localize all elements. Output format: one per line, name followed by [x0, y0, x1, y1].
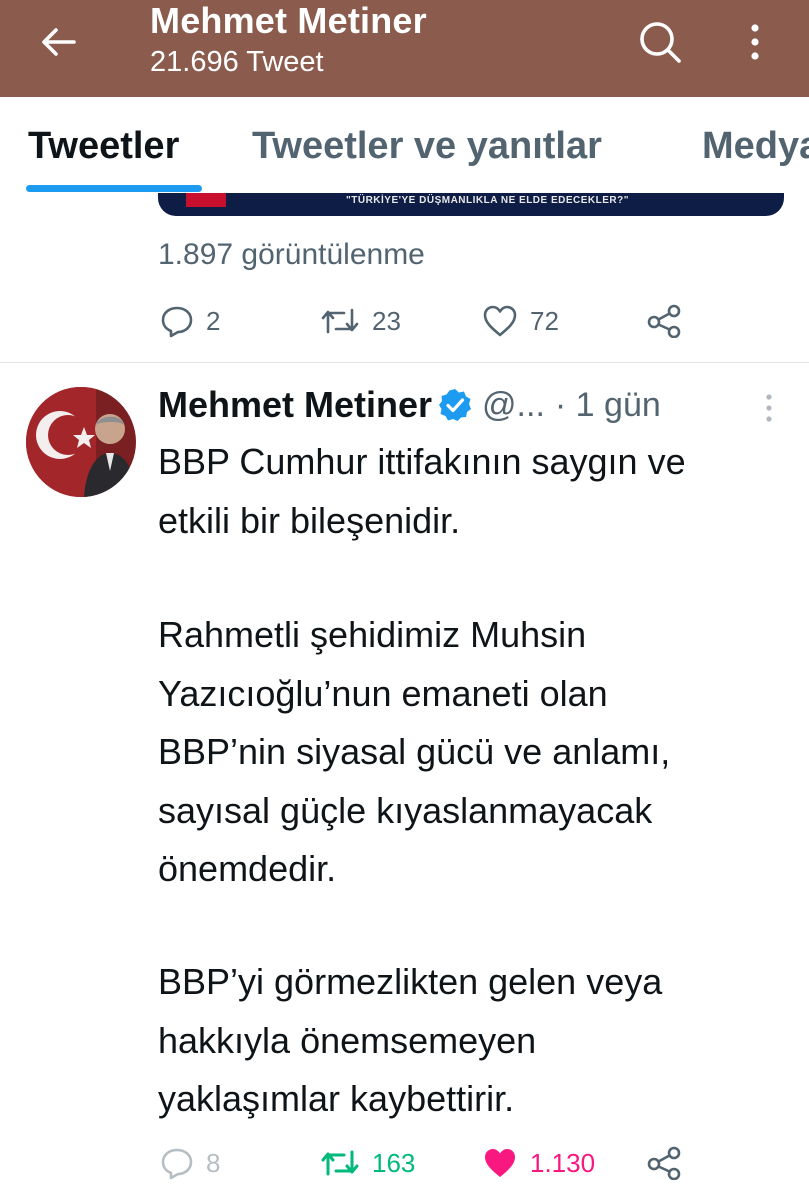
retweet-button[interactable]: 23	[320, 304, 401, 338]
media-flag-graphic	[186, 193, 226, 207]
search-button[interactable]	[636, 18, 684, 66]
tab-media[interactable]: Medya	[702, 125, 809, 168]
retweet-button[interactable]: 163	[320, 1146, 415, 1180]
tweet-paragraph: BBP’yi görmezlikten gelen veya hakkıyla …	[158, 953, 788, 1129]
retweet-count: 23	[372, 305, 401, 336]
tweet-count: 21.696 Tweet	[150, 46, 324, 78]
heart-icon	[483, 305, 517, 337]
tab-tweets[interactable]: Tweetler	[28, 125, 179, 168]
share-icon	[647, 1146, 681, 1180]
tweet-time[interactable]: · 1 gün	[555, 386, 661, 425]
retweet-count: 163	[372, 1147, 416, 1178]
tweet-divider	[0, 362, 809, 363]
reply-count: 8	[206, 1147, 221, 1178]
like-button[interactable]: 72	[482, 304, 559, 338]
tweet-line: BBP’nin siyasal gücü ve anlamı,	[158, 731, 671, 772]
active-tab-indicator	[26, 185, 202, 192]
author-handle[interactable]: @...	[482, 386, 545, 425]
share-button[interactable]	[646, 1146, 682, 1180]
reply-icon	[161, 306, 193, 338]
heart-filled-icon	[485, 1149, 515, 1177]
like-count: 72	[530, 305, 559, 336]
retweet-icon	[321, 308, 359, 334]
tweet-line: Rahmetli şehidimiz Muhsin	[158, 614, 587, 655]
tweet-paragraph: Rahmetli şehidimiz Muhsin Yazıcıoğlu’nun…	[158, 606, 788, 899]
media-caption: "TÜRKİYE'YE DÜŞMANLIKLA NE ELDE EDECEKLE…	[346, 195, 630, 206]
search-icon	[640, 22, 681, 63]
profile-title: Mehmet Metiner	[150, 0, 427, 41]
reply-button[interactable]: 2	[160, 304, 220, 338]
tweet-line: sayısal güçle kıyaslanmayacak	[158, 789, 653, 831]
tweet-media-image[interactable]: "TÜRKİYE'YE DÜŞMANLIKLA NE ELDE EDECEKLE…	[158, 193, 784, 216]
back-button[interactable]	[36, 20, 80, 64]
retweet-icon	[321, 1150, 359, 1176]
like-button[interactable]: 1.130	[482, 1146, 595, 1180]
tweet-line: etkili bir bileşenidir.	[158, 499, 461, 541]
more-button[interactable]	[735, 18, 775, 66]
verified-badge	[438, 388, 472, 422]
reply-button[interactable]: 8	[160, 1146, 220, 1180]
like-count: 1.130	[530, 1147, 596, 1178]
more-vertical-icon	[766, 394, 772, 422]
tweet-paragraph: BBP Cumhur ittifakının saygın ve etkili …	[158, 433, 788, 550]
tweet-more-button[interactable]	[757, 390, 781, 426]
tweet-line: önemdedir.	[158, 848, 337, 889]
tweet-author-row: Mehmet Metiner @... · 1 gün	[158, 384, 661, 426]
tweet-line: hakkıyla önemsemeyen	[158, 1019, 537, 1061]
reply-count: 2	[206, 305, 221, 336]
view-count: 1.897 görüntülenme	[158, 238, 425, 271]
profile-tabs: Tweetler Tweetler ve yanıtlar Medya	[0, 97, 809, 193]
verified-icon	[439, 389, 472, 421]
arrow-left-icon	[42, 28, 76, 56]
profile-header: Mehmet Metiner 21.696 Tweet	[0, 0, 809, 97]
avatar[interactable]	[26, 387, 136, 497]
share-icon	[647, 304, 681, 338]
tweet-line: BBP Cumhur ittifakının saygın ve	[158, 441, 686, 482]
tweet-line: yaklaşımlar kaybettirir.	[158, 1078, 515, 1119]
more-vertical-icon	[751, 24, 759, 60]
tweet-line: Yazıcıoğlu’nun emaneti olan	[158, 672, 608, 714]
tab-tweets-and-replies[interactable]: Tweetler ve yanıtlar	[252, 125, 602, 168]
reply-icon	[161, 1148, 193, 1180]
tweet-line: BBP’yi görmezlikten gelen veya	[158, 961, 663, 1002]
share-button[interactable]	[646, 304, 682, 338]
author-name[interactable]: Mehmet Metiner	[158, 384, 432, 426]
avatar-image	[26, 387, 136, 497]
